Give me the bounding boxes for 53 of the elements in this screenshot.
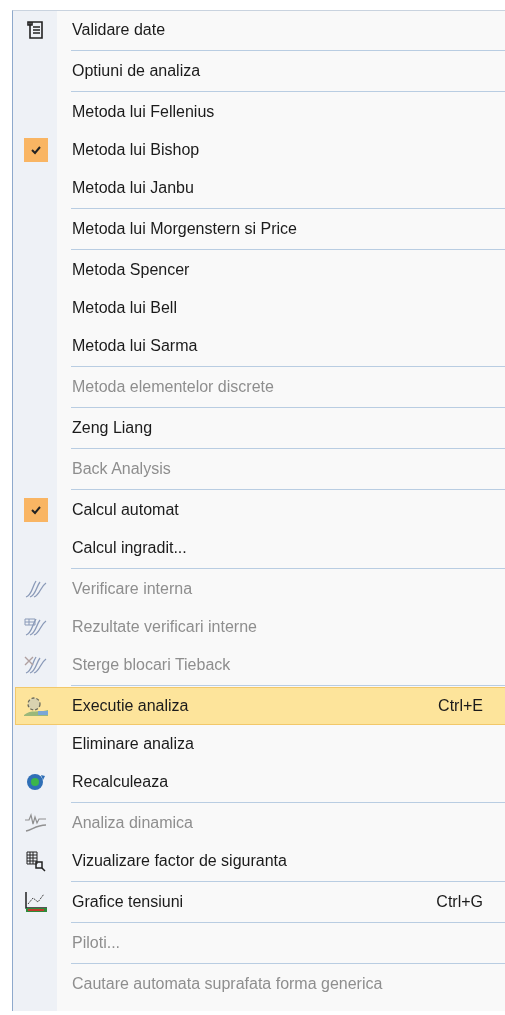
menu-item-label: Metoda lui Sarma <box>72 337 199 355</box>
menu-item-label: Vizualizare factor de siguranta <box>72 852 288 870</box>
menu-item[interactable]: Calcul ingradit... <box>15 529 505 567</box>
menu-item-label: Sterge blocari Tieback <box>72 656 232 674</box>
menu-item-label: Metoda lui Bell <box>72 299 178 317</box>
menu-item-label: Validare date <box>72 21 167 39</box>
menu-item-label: Grafice tensiuni <box>72 893 185 911</box>
seismic-wave-icon <box>24 812 48 834</box>
slope-layers-icon <box>24 579 48 599</box>
menu-item[interactable]: Grafice tensiuni Ctrl+G <box>15 883 505 921</box>
menu-item-label: Verificare interna <box>72 580 194 598</box>
menu-item-label: Metoda Spencer <box>72 261 191 279</box>
menu-item[interactable]: Executie analiza Ctrl+E <box>15 687 505 725</box>
menu-item-label: Eliminare analiza <box>72 735 195 753</box>
menu-item[interactable]: Metoda lui Bishop <box>15 131 505 169</box>
menu-item-label: Rezultate verificari interne <box>72 618 258 636</box>
line-chart-icon <box>24 891 48 913</box>
menu-item-label: Calcul automat <box>72 501 180 519</box>
menu-item-label: Metoda elementelor discrete <box>72 378 275 396</box>
menu-item-label: Cautare automata suprafata forma generica <box>72 975 384 993</box>
menu-item[interactable]: Metoda lui Morgenstern si Price <box>15 210 505 248</box>
menu-item[interactable]: Metoda lui Fellenius <box>15 93 505 131</box>
menu-item-label: Metoda lui Fellenius <box>72 103 216 121</box>
shortcut-label: Ctrl+E <box>438 697 483 715</box>
gear-landscape-icon <box>23 695 49 717</box>
menu-item[interactable]: Vizualizare factor de siguranta <box>15 842 505 880</box>
menu-item[interactable]: Optiuni de analiza <box>15 52 505 90</box>
menu-item[interactable]: Validare date <box>15 11 505 49</box>
menu-item[interactable]: Metoda lui Bell <box>15 289 505 327</box>
menu-item[interactable]: Zeng Liang <box>15 409 505 447</box>
shortcut-label: Ctrl+G <box>436 893 483 911</box>
menu-item[interactable]: Metoda lui Sarma <box>15 327 505 365</box>
menu-item-label: Back Analysis <box>72 460 172 478</box>
slope-layers-icon <box>24 655 48 675</box>
menu-item-label: Metoda lui Bishop <box>72 141 201 159</box>
menu-item-label: Zeng Liang <box>72 419 154 437</box>
menu-item-label: Executie analiza <box>72 697 190 715</box>
document-icon <box>27 20 45 40</box>
menu-item-label: Metoda lui Janbu <box>72 179 195 197</box>
menu-item[interactable]: Eliminare analiza <box>15 725 505 763</box>
menu-item[interactable]: Calcul automat <box>15 491 505 529</box>
menu-item-label: Optiuni de analiza <box>72 62 202 80</box>
menu-item-label: Recalculeaza <box>72 773 170 791</box>
menu-item-label: Piloti... <box>72 934 121 952</box>
menu-item[interactable]: Recalculeaza <box>15 763 505 801</box>
menu-item-label: Calcul ingradit... <box>72 539 188 557</box>
menu-item-label: Analiza dinamica <box>72 814 194 832</box>
grid-magnifier-icon <box>25 850 47 872</box>
menu-item-label: Metoda lui Morgenstern si Price <box>72 220 298 238</box>
menu-item[interactable]: Metoda Spencer <box>15 251 505 289</box>
menu-item[interactable]: Metoda lui Janbu <box>15 169 505 207</box>
refresh-icon <box>25 771 47 793</box>
slope-layers-icon <box>24 617 48 637</box>
